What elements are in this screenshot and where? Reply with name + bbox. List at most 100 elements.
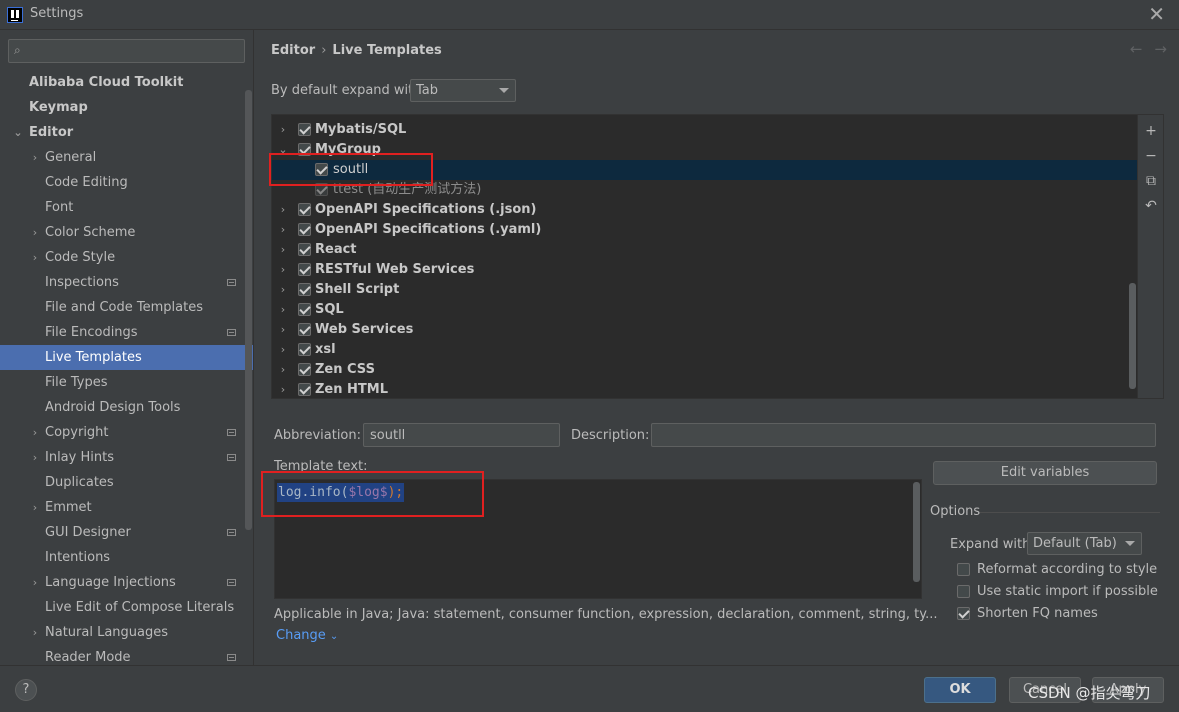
sidebar-item-general[interactable]: › General — [0, 145, 253, 170]
settings-search-box[interactable]: ⌕ — [8, 39, 245, 63]
chevron-right-icon[interactable]: › — [29, 145, 41, 170]
template-group-openapi-yaml[interactable]: › OpenAPI Specifications (.yaml) — [272, 220, 1138, 240]
chevron-right-icon[interactable]: › — [277, 200, 289, 220]
template-item-ttest[interactable]: ttest (自动生产测试方法) — [272, 180, 1138, 200]
sidebar-item-emmet[interactable]: › Emmet — [0, 495, 253, 520]
template-group-sql[interactable]: › SQL — [272, 300, 1138, 320]
sidebar-item-editor[interactable]: ⌄ Editor — [0, 120, 253, 145]
template-group-react[interactable]: › React — [272, 240, 1138, 260]
chevron-right-icon[interactable]: › — [277, 380, 289, 398]
edit-variables-button[interactable]: Edit variables — [933, 461, 1157, 485]
template-group-shell-script[interactable]: › Shell Script — [272, 280, 1138, 300]
template-group-checkbox[interactable] — [298, 383, 311, 396]
chevron-right-icon[interactable]: › — [277, 360, 289, 380]
copy-template-icon[interactable]: ⧉ — [1142, 172, 1160, 190]
template-group-checkbox[interactable] — [298, 263, 311, 276]
remove-template-icon[interactable]: − — [1142, 147, 1160, 165]
template-group-checkbox[interactable] — [298, 323, 311, 336]
sidebar-item-alibaba-cloud-toolkit[interactable]: Alibaba Cloud Toolkit — [0, 70, 253, 95]
template-group-checkbox[interactable] — [298, 283, 311, 296]
sidebar-item-gui-designer[interactable]: GUI Designer — [0, 520, 253, 545]
close-icon[interactable]: ✕ — [1148, 2, 1165, 26]
template-group-label: Web Services — [315, 322, 414, 337]
template-group-zen-html[interactable]: › Zen HTML — [272, 380, 1138, 398]
change-contexts-link[interactable]: Change ⌄ — [276, 628, 338, 643]
template-group-restful[interactable]: › RESTful Web Services — [272, 260, 1138, 280]
chevron-right-icon[interactable]: › — [29, 620, 41, 645]
sidebar-item-copyright[interactable]: › Copyright — [0, 420, 253, 445]
sidebar-item-code-style[interactable]: › Code Style — [0, 245, 253, 270]
template-text-editor[interactable]: log.info($log$); — [274, 479, 922, 599]
static-import-checkbox[interactable] — [957, 585, 970, 598]
description-input[interactable] — [651, 423, 1156, 447]
sidebar-item-live-templates[interactable]: Live Templates — [0, 345, 253, 370]
sidebar-item-keymap[interactable]: Keymap — [0, 95, 253, 120]
sidebar-item-label: Alibaba Cloud Toolkit — [29, 75, 184, 90]
abbreviation-input[interactable] — [363, 423, 560, 447]
chevron-right-icon[interactable]: › — [29, 220, 41, 245]
chevron-right-icon[interactable]: › — [29, 495, 41, 520]
sidebar-item-reader-mode[interactable]: Reader Mode — [0, 645, 253, 665]
chevron-right-icon[interactable]: › — [277, 300, 289, 320]
template-group-checkbox[interactable] — [298, 243, 311, 256]
template-group-mygroup[interactable]: ⌄ MyGroup — [272, 140, 1138, 160]
sidebar-item-live-edit-compose[interactable]: Live Edit of Compose Literals — [0, 595, 253, 620]
chevron-right-icon[interactable]: › — [29, 570, 41, 595]
template-group-zen-css[interactable]: › Zen CSS — [272, 360, 1138, 380]
default-expand-select[interactable]: Tab — [410, 79, 516, 102]
template-checkbox[interactable] — [315, 183, 328, 196]
shorten-fq-checkbox[interactable] — [957, 607, 970, 620]
chevron-right-icon[interactable]: › — [277, 120, 289, 140]
sidebar-item-android-design-tools[interactable]: Android Design Tools — [0, 395, 253, 420]
restore-defaults-icon[interactable]: ↶ — [1142, 197, 1160, 215]
reformat-checkbox[interactable] — [957, 563, 970, 576]
chevron-down-icon[interactable]: ⌄ — [12, 120, 24, 145]
template-group-checkbox[interactable] — [298, 343, 311, 356]
chevron-right-icon[interactable]: › — [277, 280, 289, 300]
chevron-right-icon[interactable]: › — [29, 245, 41, 270]
sidebar-item-file-and-code-templates[interactable]: File and Code Templates — [0, 295, 253, 320]
sidebar-item-duplicates[interactable]: Duplicates — [0, 470, 253, 495]
templates-scrollbar[interactable] — [1129, 283, 1136, 389]
forward-arrow-icon[interactable]: → — [1154, 40, 1167, 58]
template-group-checkbox[interactable] — [298, 303, 311, 316]
sidebar-item-language-injections[interactable]: › Language Injections — [0, 570, 253, 595]
template-group-openapi-json[interactable]: › OpenAPI Specifications (.json) — [272, 200, 1138, 220]
back-arrow-icon[interactable]: ← — [1130, 40, 1143, 58]
template-group-checkbox[interactable] — [298, 143, 311, 156]
sidebar-item-color-scheme[interactable]: › Color Scheme — [0, 220, 253, 245]
settings-search-input[interactable] — [33, 41, 238, 61]
sidebar-item-font[interactable]: Font — [0, 195, 253, 220]
template-group-mybatis-sql[interactable]: › Mybatis/SQL — [272, 120, 1138, 140]
template-group-checkbox[interactable] — [298, 363, 311, 376]
sidebar-item-file-types[interactable]: File Types — [0, 370, 253, 395]
expand-with-select[interactable]: Default (Tab) — [1027, 532, 1142, 555]
template-group-web-services[interactable]: › Web Services — [272, 320, 1138, 340]
editor-scrollbar[interactable] — [913, 482, 920, 582]
chevron-right-icon[interactable]: › — [277, 220, 289, 240]
chevron-right-icon[interactable]: › — [29, 445, 41, 470]
chevron-right-icon[interactable]: › — [277, 260, 289, 280]
chevron-right-icon[interactable]: › — [277, 240, 289, 260]
sidebar-item-file-encodings[interactable]: File Encodings — [0, 320, 253, 345]
chevron-right-icon[interactable]: › — [29, 420, 41, 445]
sidebar-item-code-editing[interactable]: Code Editing — [0, 170, 253, 195]
add-template-icon[interactable]: + — [1142, 122, 1160, 140]
sidebar-scrollbar[interactable] — [245, 90, 252, 530]
ok-button[interactable]: OK — [924, 677, 996, 703]
template-group-xsl[interactable]: › xsl — [272, 340, 1138, 360]
breadcrumb-editor[interactable]: Editor — [271, 43, 315, 58]
template-checkbox[interactable] — [315, 163, 328, 176]
template-group-checkbox[interactable] — [298, 223, 311, 236]
chevron-right-icon[interactable]: › — [277, 340, 289, 360]
sidebar-item-natural-languages[interactable]: › Natural Languages — [0, 620, 253, 645]
sidebar-item-inspections[interactable]: Inspections — [0, 270, 253, 295]
template-item-soutll[interactable]: soutll — [272, 160, 1138, 180]
sidebar-item-intentions[interactable]: Intentions — [0, 545, 253, 570]
sidebar-item-inlay-hints[interactable]: › Inlay Hints — [0, 445, 253, 470]
chevron-right-icon[interactable]: › — [277, 320, 289, 340]
template-group-checkbox[interactable] — [298, 123, 311, 136]
chevron-down-icon[interactable]: ⌄ — [277, 140, 289, 160]
help-button[interactable]: ? — [15, 679, 37, 701]
template-group-checkbox[interactable] — [298, 203, 311, 216]
